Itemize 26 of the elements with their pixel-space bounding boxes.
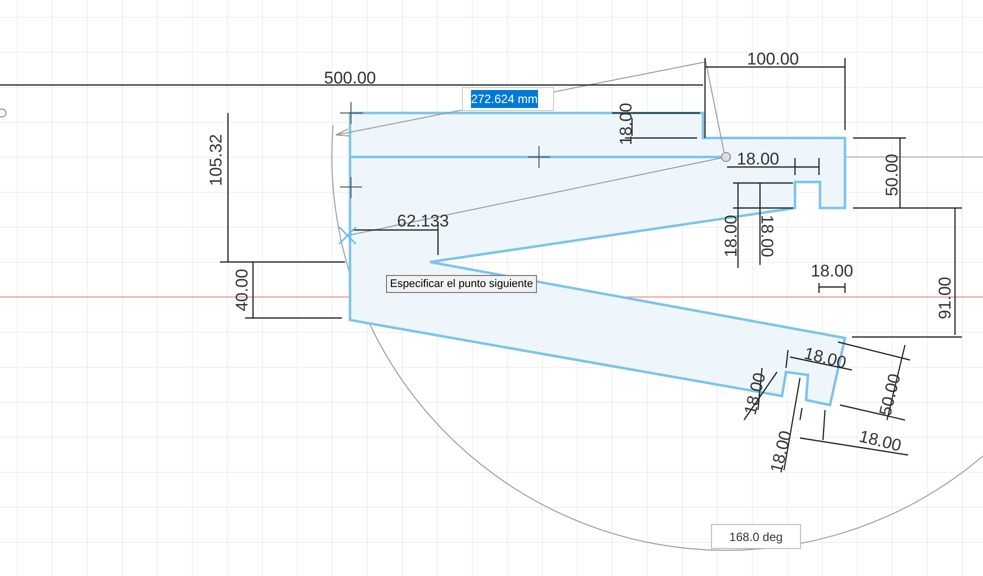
input-value: 272.624 mm (471, 90, 538, 108)
dimension-label: 500.00 (324, 68, 376, 88)
dimension-label: 18.00 (721, 214, 740, 258)
origin-point (0, 108, 6, 118)
cursor-cross-icon (338, 226, 357, 245)
dimension-label: 18.00 (766, 428, 796, 475)
dimension-label: 50.00 (882, 154, 902, 196)
dimension-label: 18.00 (736, 149, 780, 168)
dimension-label: 62.133 (397, 211, 449, 230)
dimension-label: 105.32 (206, 134, 226, 186)
dimension-label: 18.00 (758, 214, 777, 258)
dimension-label: 50.00 (876, 372, 904, 418)
angle-input-field[interactable]: 168.0 deg (711, 524, 801, 549)
dimension-label: 40.00 (232, 268, 252, 312)
dimension-label: 18.00 (740, 370, 770, 417)
crosshair-icon (340, 176, 362, 198)
dimension-label: 18.00 (616, 102, 636, 146)
length-input-field[interactable]: 272.624 mm (462, 87, 554, 111)
dimension-label: 91.00 (935, 276, 954, 320)
dimension-label: 18.00 (857, 426, 904, 456)
dimension-label: 18.00 (802, 344, 848, 372)
crosshair-icon (340, 102, 364, 124)
tooltip: Especificar el punto siguiente (386, 275, 538, 293)
crosshair-icon (528, 146, 550, 168)
dimension-label: 18.00 (810, 261, 854, 280)
dimension-label: 100.00 (747, 49, 799, 68)
